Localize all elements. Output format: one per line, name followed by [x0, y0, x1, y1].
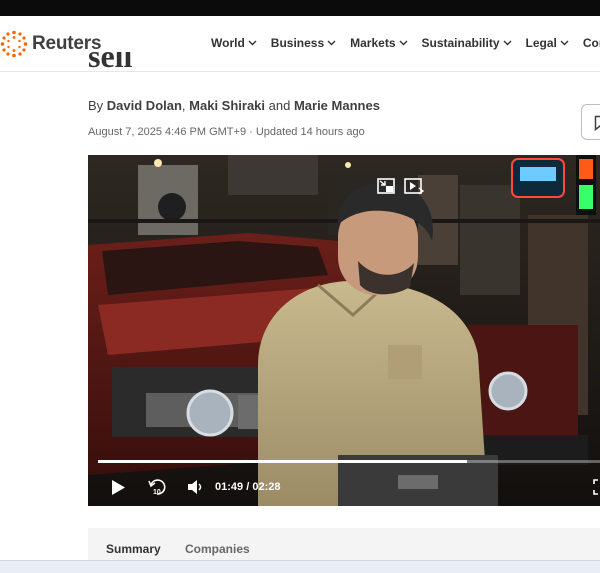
fullscreen-icon[interactable] — [593, 479, 600, 500]
nav-legal[interactable]: Legal — [526, 36, 569, 50]
volume-icon[interactable] — [186, 478, 204, 501]
video-progress-bar[interactable] — [98, 460, 600, 463]
article-title-fragment: sell — [88, 52, 168, 80]
nav-label: World — [211, 36, 245, 50]
duration: 02:28 — [252, 481, 281, 493]
video-frame — [88, 155, 600, 506]
nav-label: Markets — [350, 36, 396, 50]
nav-label: Sustainability — [421, 36, 500, 50]
minimize-icon[interactable] — [377, 178, 395, 199]
author-link-1[interactable]: David Dolan — [107, 98, 182, 113]
chevron-down-icon — [248, 40, 257, 46]
reuters-logo[interactable]: Reuters — [0, 28, 102, 60]
picture-in-picture-icon[interactable] — [404, 178, 425, 199]
os-taskbar — [0, 560, 600, 573]
browser-top-bar — [0, 0, 600, 16]
svg-text:10: 10 — [153, 489, 161, 496]
chevron-down-icon — [399, 40, 407, 46]
article-dateline: August 7, 2025 4:46 PM GMT+9 · Updated 1… — [88, 126, 365, 138]
author-link-3[interactable]: Marie Mannes — [294, 98, 380, 113]
nav-world[interactable]: World — [211, 36, 257, 50]
tab-companies[interactable]: Companies — [185, 542, 250, 556]
time-separator: / — [246, 481, 250, 493]
author-link-2[interactable]: Maki Shiraki — [189, 98, 265, 113]
article-title-text: sell — [88, 52, 133, 74]
nav-business[interactable]: Business — [271, 36, 336, 50]
byline-separator: and — [265, 98, 294, 113]
chevron-down-icon — [503, 40, 512, 46]
byline-prefix: By — [88, 98, 107, 113]
video-progress-fill — [98, 460, 468, 463]
bookmark-icon — [594, 115, 600, 131]
nav-markets[interactable]: Markets — [350, 36, 407, 50]
nav-commentary[interactable]: Comm — [583, 36, 600, 50]
nav-label: Comm — [582, 36, 600, 50]
nav-sustainability[interactable]: Sustainability — [422, 36, 512, 50]
main-nav: World Business Markets Sustainability Le… — [211, 36, 600, 50]
reuters-logo-icon — [0, 30, 28, 58]
nav-label: Business — [270, 36, 325, 50]
current-time: 01:49 — [215, 481, 244, 493]
byline: By David Dolan, Maki Shiraki and Marie M… — [88, 98, 380, 113]
chevron-down-icon — [327, 40, 336, 46]
replay-10-icon[interactable]: 10 — [147, 477, 167, 502]
tab-summary[interactable]: Summary — [106, 542, 161, 556]
video-player[interactable]: 10 01:49 / 02:28 — [88, 155, 600, 506]
chevron-down-icon — [560, 40, 569, 46]
nav-label: Legal — [525, 36, 557, 50]
save-article-button[interactable] — [581, 104, 600, 140]
video-time: 01:49 / 02:28 — [215, 481, 280, 493]
play-icon[interactable] — [110, 479, 126, 501]
